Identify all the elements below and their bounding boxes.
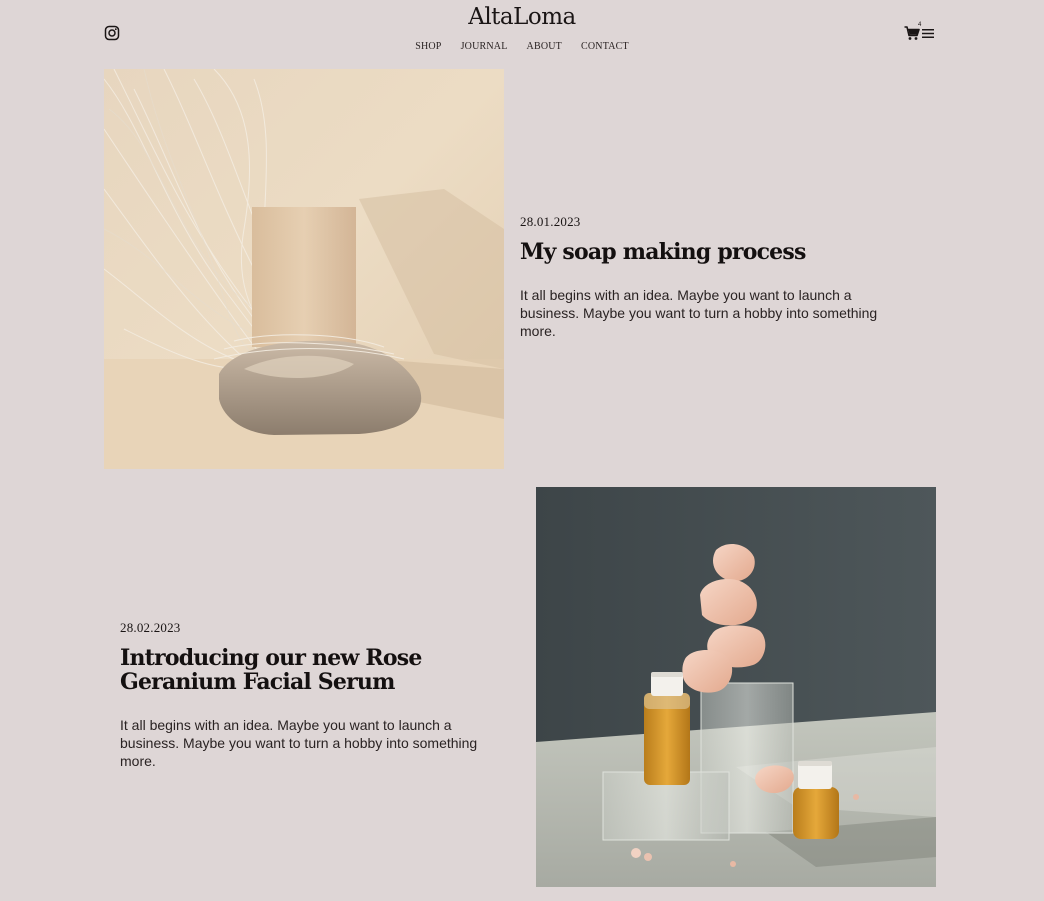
nav-shop[interactable]: SHOP [415,41,441,52]
post-title[interactable]: My soap making process [520,240,920,264]
post-excerpt: It all begins with an idea. Maybe you wa… [520,287,878,339]
post-date: 28.01.2023 [520,214,581,229]
nav-about[interactable]: ABOUT [527,41,562,52]
main-nav: SHOP JOURNAL ABOUT CONTACT [0,41,1044,52]
site-logo[interactable]: AltaLoma [0,4,1044,30]
cart-count: 4 [918,22,922,28]
post-image-serum[interactable] [536,487,936,887]
post-title[interactable]: Introducing our new Rose Geranium Facial… [120,646,520,694]
site-header: AltaLoma SHOP JOURNAL ABOUT CONTACT 4 [0,0,1044,64]
post-summary-2: 28.02.2023 Introducing our new Rose Gera… [120,620,520,770]
nav-journal[interactable]: JOURNAL [461,41,508,52]
serum-bottles-photo [536,487,936,887]
soap-on-rock-photo [104,69,504,469]
post-excerpt: It all begins with an idea. Maybe you wa… [120,717,478,769]
post-date: 28.02.2023 [120,620,181,635]
post-summary-1: 28.01.2023 My soap making process It all… [520,214,920,340]
nav-contact[interactable]: CONTACT [581,41,629,52]
hamburger-menu-icon[interactable] [922,28,934,39]
post-image-soap[interactable] [104,69,504,469]
